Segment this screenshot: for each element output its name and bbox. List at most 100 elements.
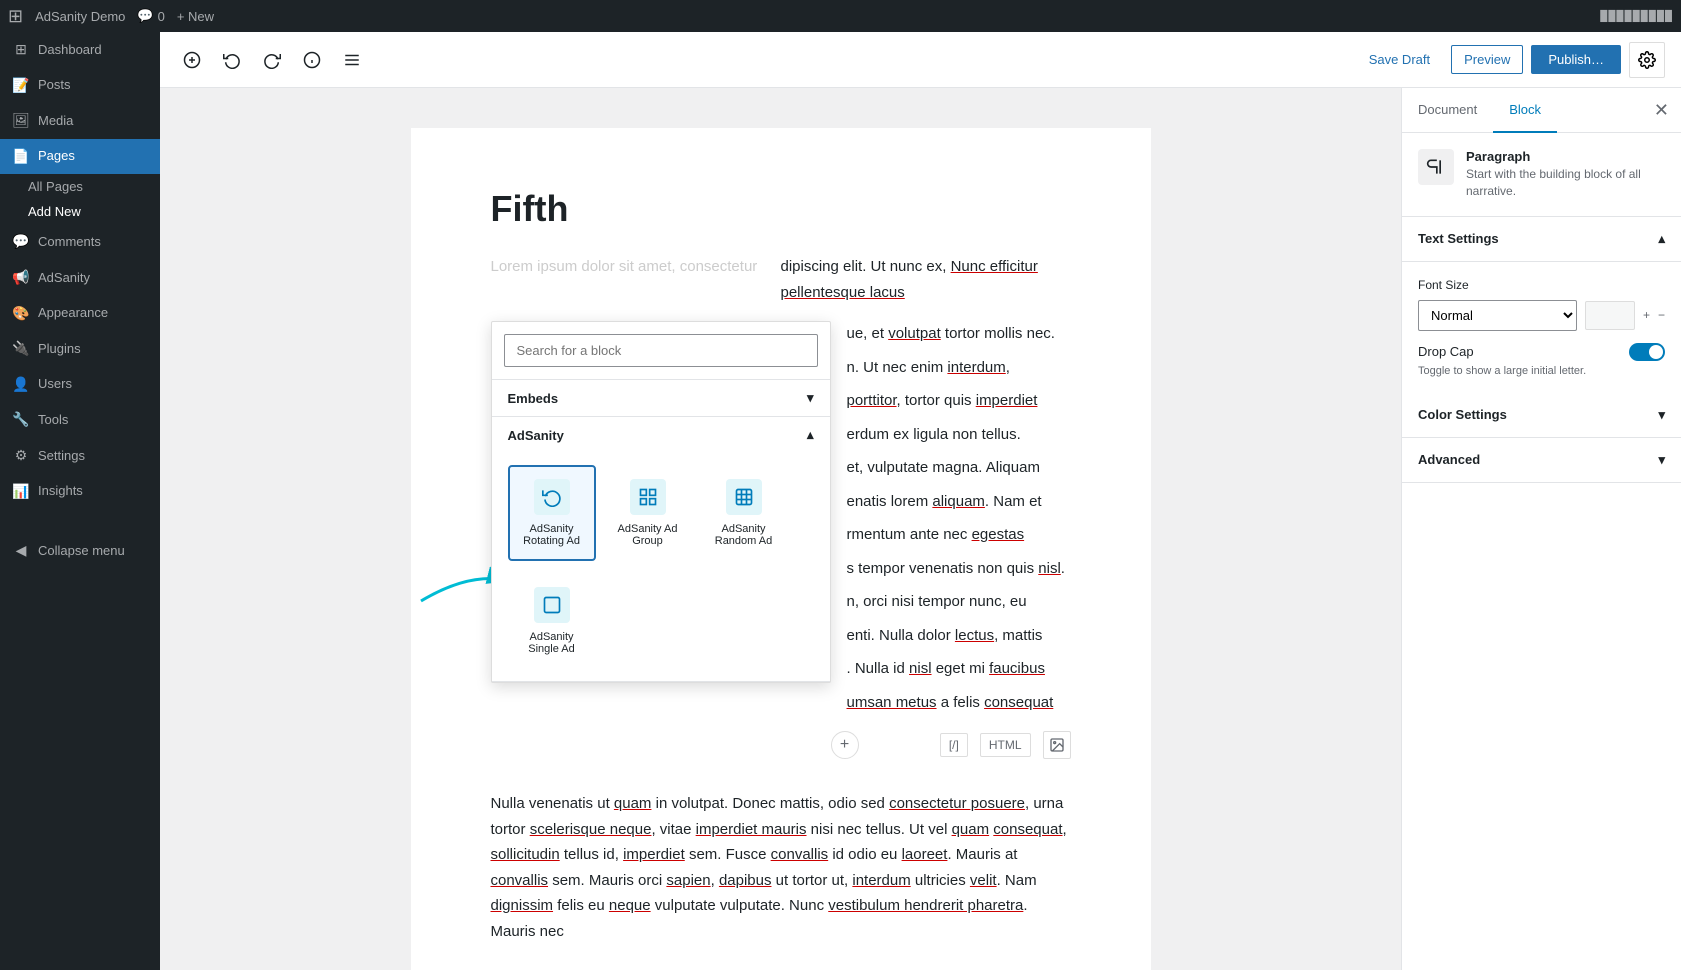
color-settings-header[interactable]: Color Settings ▾ — [1402, 393, 1681, 438]
sidebar-item-insights[interactable]: 📊 Insights — [0, 474, 160, 510]
publish-button[interactable]: Publish… — [1531, 45, 1621, 74]
toolbar-right: Save Draft Preview Publish… — [1356, 42, 1665, 78]
sidebar-item-settings[interactable]: ⚙ Settings — [0, 438, 160, 474]
editor-canvas: Fifth Lorem ipsum dolor sit amet, consec… — [411, 128, 1151, 970]
tools-icon: 🔧 — [12, 410, 30, 430]
sidebar-item-posts[interactable]: 📝 Posts — [0, 68, 160, 104]
panel-block-description: Start with the building block of all nar… — [1466, 166, 1665, 200]
font-size-row: Normal Small Medium Large Huge + − — [1418, 300, 1665, 331]
block-code-view-button[interactable]: [/] — [940, 733, 968, 757]
wp-logo[interactable]: ⊞ — [8, 6, 23, 27]
content-right: ue, et volutpat tortor mollis nec. n. Ut… — [831, 321, 1071, 723]
random-ad-icon — [726, 479, 762, 515]
block-items-adsanity: AdSanity Rotating Ad AdSanity Ad Group — [492, 453, 830, 573]
preview-button[interactable]: Preview — [1451, 45, 1523, 74]
text-settings-chevron-icon: ▴ — [1658, 231, 1665, 247]
sidebar-item-dashboard[interactable]: ⊞ Dashboard — [0, 32, 160, 68]
drop-cap-toggle[interactable] — [1629, 343, 1665, 361]
add-block-button[interactable] — [176, 44, 208, 76]
editor-toolbar: Save Draft Preview Publish… — [160, 32, 1681, 88]
content-area[interactable]: Fifth Lorem ipsum dolor sit amet, consec… — [160, 88, 1401, 970]
sidebar-sub-add-new[interactable]: Add New — [0, 199, 160, 224]
right-panel: Document Block ✕ Paragraph Start with th… — [1401, 88, 1681, 970]
comments-link[interactable]: 💬 0 — [137, 8, 164, 24]
sidebar-item-users[interactable]: 👤 Users — [0, 367, 160, 403]
users-icon: 👤 — [12, 375, 30, 395]
block-image-button[interactable] — [1043, 731, 1071, 759]
tools-button[interactable] — [336, 44, 368, 76]
admin-bar: ⊞ AdSanity Demo 💬 0 + New █████████ — [0, 0, 1681, 32]
drop-cap-label: Drop Cap — [1418, 344, 1474, 359]
adsanity-icon: 📢 — [12, 268, 30, 288]
save-draft-button[interactable]: Save Draft — [1356, 45, 1443, 74]
page-title[interactable]: Fifth — [491, 188, 1071, 230]
text-settings-content: Font Size Normal Small Medium Large Huge… — [1402, 262, 1681, 393]
drop-cap-row: Drop Cap — [1418, 343, 1665, 361]
sidebar-item-comments[interactable]: 💬 Comments — [0, 224, 160, 260]
media-icon: 🖼 — [12, 111, 30, 131]
appearance-icon: 🎨 — [12, 304, 30, 324]
sidebar: ⊞ Dashboard 📝 Posts 🖼 Media 📄 Pages All … — [0, 32, 160, 970]
block-item-random-ad[interactable]: AdSanity Random Ad — [700, 465, 788, 561]
font-size-select[interactable]: Normal Small Medium Large Huge — [1418, 300, 1577, 331]
site-name[interactable]: AdSanity Demo — [35, 9, 125, 24]
info-button[interactable] — [296, 44, 328, 76]
sidebar-item-pages[interactable]: 📄 Pages — [0, 139, 160, 175]
single-ad-icon — [534, 587, 570, 623]
ad-group-icon — [630, 479, 666, 515]
panel-block-info: Paragraph Start with the building block … — [1402, 133, 1681, 217]
block-category-adsanity: AdSanity ▴ AdSanity Rotating Ad — [492, 417, 830, 682]
font-size-custom-input[interactable] — [1585, 301, 1635, 330]
new-content-link[interactable]: + New — [177, 9, 214, 24]
content-below[interactable]: Nulla venenatis ut quam in volutpat. Don… — [491, 791, 1071, 944]
advanced-chevron-icon: ▾ — [1658, 452, 1665, 468]
paragraph-block-icon — [1418, 149, 1454, 185]
chevron-down-icon: ▾ — [807, 390, 814, 406]
settings-button[interactable] — [1629, 42, 1665, 78]
font-size-decrease-button[interactable]: − — [1658, 308, 1665, 322]
panel-block-title: Paragraph — [1466, 149, 1665, 164]
content-above-right: dipiscing elit. Ut nunc ex, — [781, 258, 951, 275]
undo-button[interactable] — [216, 44, 248, 76]
comments-icon: 💬 — [12, 232, 30, 252]
font-size-label: Font Size — [1418, 278, 1665, 292]
block-items-adsanity-row2: AdSanity Single Ad — [492, 573, 830, 681]
block-item-single-ad[interactable]: AdSanity Single Ad — [508, 573, 596, 669]
sidebar-item-adsanity[interactable]: 📢 AdSanity — [0, 260, 160, 296]
editor-wrapper: Save Draft Preview Publish… Fifth Lorem … — [160, 32, 1681, 970]
rotating-ad-icon — [534, 479, 570, 515]
text-settings-header[interactable]: Text Settings ▴ — [1402, 217, 1681, 262]
sidebar-collapse[interactable]: ◀ Collapse menu — [0, 533, 160, 569]
drop-cap-hint: Toggle to show a large initial letter. — [1418, 365, 1665, 377]
posts-icon: 📝 — [12, 76, 30, 96]
chevron-up-icon: ▴ — [807, 427, 814, 443]
block-item-ad-group[interactable]: AdSanity Ad Group — [604, 465, 692, 561]
sidebar-item-plugins[interactable]: 🔌 Plugins — [0, 331, 160, 367]
content-above-left: Lorem ipsum dolor sit amet, consectetur — [491, 258, 758, 275]
block-area: Embeds ▾ AdSanity ▴ — [491, 321, 1071, 723]
right-panel-tabs: Document Block ✕ — [1402, 88, 1681, 133]
embeds-category-header[interactable]: Embeds ▾ — [492, 380, 830, 416]
right-panel-close-button[interactable]: ✕ — [1642, 92, 1681, 129]
comment-icon: 💬 — [137, 8, 153, 24]
sidebar-item-tools[interactable]: 🔧 Tools — [0, 402, 160, 438]
sidebar-item-media[interactable]: 🖼 Media — [0, 103, 160, 139]
tab-block[interactable]: Block — [1493, 88, 1557, 133]
advanced-header[interactable]: Advanced ▾ — [1402, 438, 1681, 483]
settings-icon: ⚙ — [12, 446, 30, 466]
plugins-icon: 🔌 — [12, 339, 30, 359]
dashboard-icon: ⊞ — [12, 40, 30, 60]
tab-document[interactable]: Document — [1402, 88, 1493, 133]
sidebar-item-appearance[interactable]: 🎨 Appearance — [0, 296, 160, 332]
block-item-rotating-ad[interactable]: AdSanity Rotating Ad — [508, 465, 596, 561]
block-search-input[interactable] — [504, 334, 818, 367]
pages-icon: 📄 — [12, 147, 30, 167]
block-html-button[interactable]: HTML — [980, 733, 1031, 757]
sidebar-sub-all-pages[interactable]: All Pages — [0, 174, 160, 199]
redo-button[interactable] — [256, 44, 288, 76]
add-block-inline-button[interactable]: + — [831, 731, 859, 759]
block-inserter-popup: Embeds ▾ AdSanity ▴ — [491, 321, 831, 683]
block-search-area — [492, 322, 830, 380]
font-size-increase-button[interactable]: + — [1643, 308, 1650, 322]
adsanity-category-header[interactable]: AdSanity ▴ — [492, 417, 830, 453]
